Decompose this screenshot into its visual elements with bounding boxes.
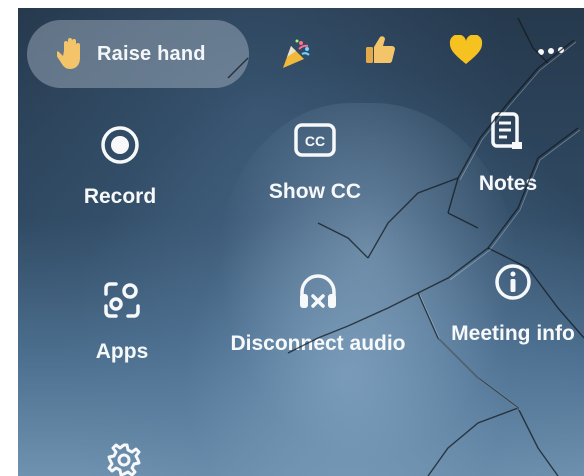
show-cc-button[interactable]: CC Show CC — [240, 118, 390, 204]
info-icon — [491, 260, 535, 304]
raise-hand-icon — [57, 37, 87, 71]
more-reactions-button[interactable] — [532, 30, 572, 70]
meeting-more-options-panel: Raise hand Record CC Show CC Notes Apps … — [18, 8, 584, 476]
like-reaction-button[interactable] — [360, 30, 400, 70]
raise-hand-button[interactable]: Raise hand — [27, 20, 249, 88]
headphones-disconnect-icon — [296, 270, 340, 314]
love-reaction-button[interactable] — [446, 30, 486, 70]
party-popper-icon — [279, 37, 313, 71]
meeting-info-button[interactable]: Meeting info — [438, 260, 584, 346]
thumbs-up-icon — [363, 33, 397, 67]
heart-icon — [449, 35, 483, 65]
disconnect-audio-button[interactable]: Disconnect audio — [223, 270, 413, 356]
celebrate-reaction-button[interactable] — [276, 34, 316, 74]
apps-button[interactable]: Apps — [47, 278, 197, 364]
apps-icon — [100, 278, 144, 322]
record-button[interactable]: Record — [45, 123, 195, 209]
closed-captions-icon: CC — [293, 118, 337, 162]
show-cc-label: Show CC — [268, 180, 362, 203]
record-label: Record — [83, 185, 157, 208]
notes-label: Notes — [478, 172, 538, 195]
notes-icon — [486, 110, 530, 154]
meeting-info-label: Meeting info — [451, 322, 575, 345]
more-icon — [535, 40, 569, 60]
svg-text:CC: CC — [305, 133, 325, 149]
settings-button[interactable] — [49, 438, 199, 476]
notes-button[interactable]: Notes — [433, 110, 583, 196]
apps-label: Apps — [95, 340, 149, 363]
gear-icon — [102, 438, 146, 476]
disconnect-audio-label: Disconnect audio — [230, 332, 406, 355]
record-icon — [98, 123, 142, 167]
raise-hand-label: Raise hand — [97, 42, 206, 65]
